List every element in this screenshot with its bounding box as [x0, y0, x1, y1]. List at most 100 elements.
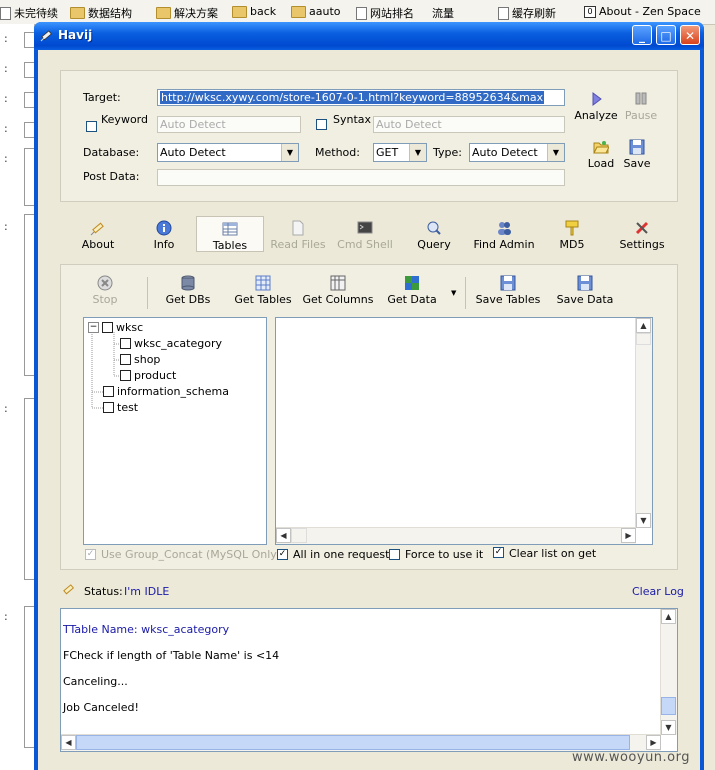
tab-tables[interactable]: Tables: [196, 216, 264, 252]
keyword-checkbox[interactable]: [86, 121, 97, 132]
key-icon: [565, 220, 579, 236]
keyword-input[interactable]: Auto Detect: [157, 116, 301, 133]
syringe-icon: [63, 584, 75, 595]
syntax-input[interactable]: Auto Detect: [373, 116, 565, 133]
save-button[interactable]: Save: [619, 139, 655, 170]
tree-checkbox[interactable]: [103, 386, 114, 397]
page-icon: [356, 6, 367, 20]
scroll-thumb[interactable]: [636, 333, 651, 345]
database-tree[interactable]: − wksc wksc_acategory shop product infor…: [83, 317, 267, 545]
save-tables-button[interactable]: Save Tables: [473, 275, 543, 306]
nav-info[interactable]: Info: [146, 220, 182, 251]
tree-checkbox[interactable]: [120, 338, 131, 349]
target-input[interactable]: http://wksc.xywy.com/store-1607-0-1.html…: [157, 89, 565, 106]
vertical-scrollbar[interactable]: ▲ ▼: [660, 609, 677, 735]
collapse-icon[interactable]: −: [88, 322, 99, 333]
tools-icon: [635, 221, 649, 235]
strip-mark: :: [4, 62, 8, 75]
get-tables-button[interactable]: Get Tables: [233, 275, 293, 306]
tree-checkbox[interactable]: [120, 354, 131, 365]
bookmark-item[interactable]: 0 About - Zen Space: [584, 5, 701, 18]
tree-node-database[interactable]: test: [103, 401, 138, 414]
window-title: Havij: [58, 28, 93, 42]
scroll-right-icon[interactable]: ▶: [621, 528, 636, 543]
nav-about[interactable]: About: [78, 220, 118, 251]
database-label: Database:: [83, 146, 140, 159]
scroll-up-icon[interactable]: ▲: [661, 609, 676, 624]
bookmark-item[interactable]: 流量: [432, 5, 454, 21]
result-list[interactable]: ▲ ▼ ◀ ▶: [275, 317, 653, 545]
get-data-button[interactable]: Get Data: [387, 275, 437, 306]
bookmark-item[interactable]: 网站排名: [356, 5, 414, 21]
get-dbs-button[interactable]: Get DBs: [163, 275, 213, 306]
title-bar[interactable]: Havij _ □ ✕: [34, 22, 704, 50]
load-button[interactable]: Load: [583, 139, 619, 170]
tree-checkbox[interactable]: [120, 370, 131, 381]
bookmark-folder[interactable]: back: [232, 5, 276, 18]
tree-checkbox[interactable]: [102, 322, 113, 333]
tree-node-table[interactable]: product: [120, 369, 176, 382]
scroll-down-icon[interactable]: ▼: [636, 513, 651, 528]
scroll-left-icon[interactable]: ◀: [61, 735, 76, 750]
type-label: Type:: [433, 146, 462, 159]
scroll-thumb[interactable]: [76, 735, 630, 750]
nav-cmd-shell[interactable]: Cmd Shell: [336, 220, 394, 251]
keyword-label: Keyword: [101, 113, 148, 126]
method-select[interactable]: GET ▼: [373, 143, 427, 162]
scroll-left-icon[interactable]: ◀: [276, 528, 291, 543]
tree-node-wksc[interactable]: − wksc: [88, 321, 143, 334]
bookmark-item[interactable]: 未完待续: [0, 5, 58, 21]
stop-button[interactable]: Stop: [85, 275, 125, 306]
floppy-icon: [629, 139, 645, 155]
save-data-button[interactable]: Save Data: [553, 275, 617, 306]
maximize-button[interactable]: □: [656, 25, 676, 45]
analyze-button[interactable]: Analyze: [573, 91, 619, 122]
minimize-button[interactable]: _: [632, 25, 652, 45]
post-data-input[interactable]: [157, 169, 565, 186]
close-button[interactable]: ✕: [680, 25, 700, 45]
pause-button[interactable]: Pause: [621, 91, 661, 122]
clear-log-link[interactable]: Clear Log: [632, 585, 684, 598]
clear-list-label: Clear list on get: [509, 547, 597, 560]
bookmark-item[interactable]: 缓存刷新: [498, 5, 556, 21]
tree-node-table[interactable]: shop: [120, 353, 160, 366]
vertical-scrollbar[interactable]: ▲ ▼: [635, 318, 652, 528]
all-in-one-checkbox[interactable]: ✓: [277, 549, 288, 560]
scroll-thumb[interactable]: [291, 528, 307, 543]
group-concat-checkbox[interactable]: ✓: [85, 549, 96, 560]
chevron-down-icon[interactable]: ▼: [451, 289, 456, 297]
tree-node-table[interactable]: wksc_acategory: [120, 337, 222, 350]
horizontal-scrollbar[interactable]: ◀ ▶: [61, 734, 661, 751]
nav-query[interactable]: Query: [416, 220, 452, 251]
page-icon: [0, 6, 11, 20]
tree-node-database[interactable]: information_schema: [103, 385, 229, 398]
data-grid-icon: [405, 276, 419, 290]
get-columns-button[interactable]: Get Columns: [301, 275, 375, 306]
chevron-down-icon: ▼: [547, 144, 564, 161]
nav-md5[interactable]: MD5: [554, 220, 590, 251]
nav-find-admin[interactable]: Find Admin: [468, 220, 540, 251]
database-icon: [181, 275, 195, 291]
nav-settings[interactable]: Settings: [618, 220, 666, 251]
force-checkbox[interactable]: [389, 549, 400, 560]
scroll-right-icon[interactable]: ▶: [646, 735, 661, 750]
bookmark-folder[interactable]: 数据结构: [70, 5, 132, 21]
database-select[interactable]: Auto Detect ▼: [157, 143, 299, 162]
type-select[interactable]: Auto Detect ▼: [469, 143, 565, 162]
scroll-up-icon[interactable]: ▲: [636, 318, 651, 333]
clear-list-checkbox[interactable]: ✓: [493, 547, 504, 558]
scroll-down-icon[interactable]: ▼: [661, 720, 676, 735]
query-icon: [427, 221, 441, 235]
nav-read-files[interactable]: Read Files: [270, 220, 326, 251]
bookmark-folder[interactable]: aauto: [291, 5, 341, 18]
syringe-icon: [90, 222, 104, 236]
group-concat-label: Use Group_Concat (MySQL Only): [101, 548, 282, 561]
scroll-thumb[interactable]: [661, 697, 676, 715]
log-pane[interactable]: TTable Name: wksc_acategory FCheck if le…: [60, 608, 678, 752]
horizontal-scrollbar[interactable]: ◀ ▶: [276, 527, 636, 544]
bookmark-folder[interactable]: 解决方案: [156, 5, 218, 21]
syringe-icon: [40, 30, 52, 42]
tree-checkbox[interactable]: [103, 402, 114, 413]
toolbar-divider: [147, 277, 148, 309]
syntax-checkbox[interactable]: [316, 119, 327, 130]
